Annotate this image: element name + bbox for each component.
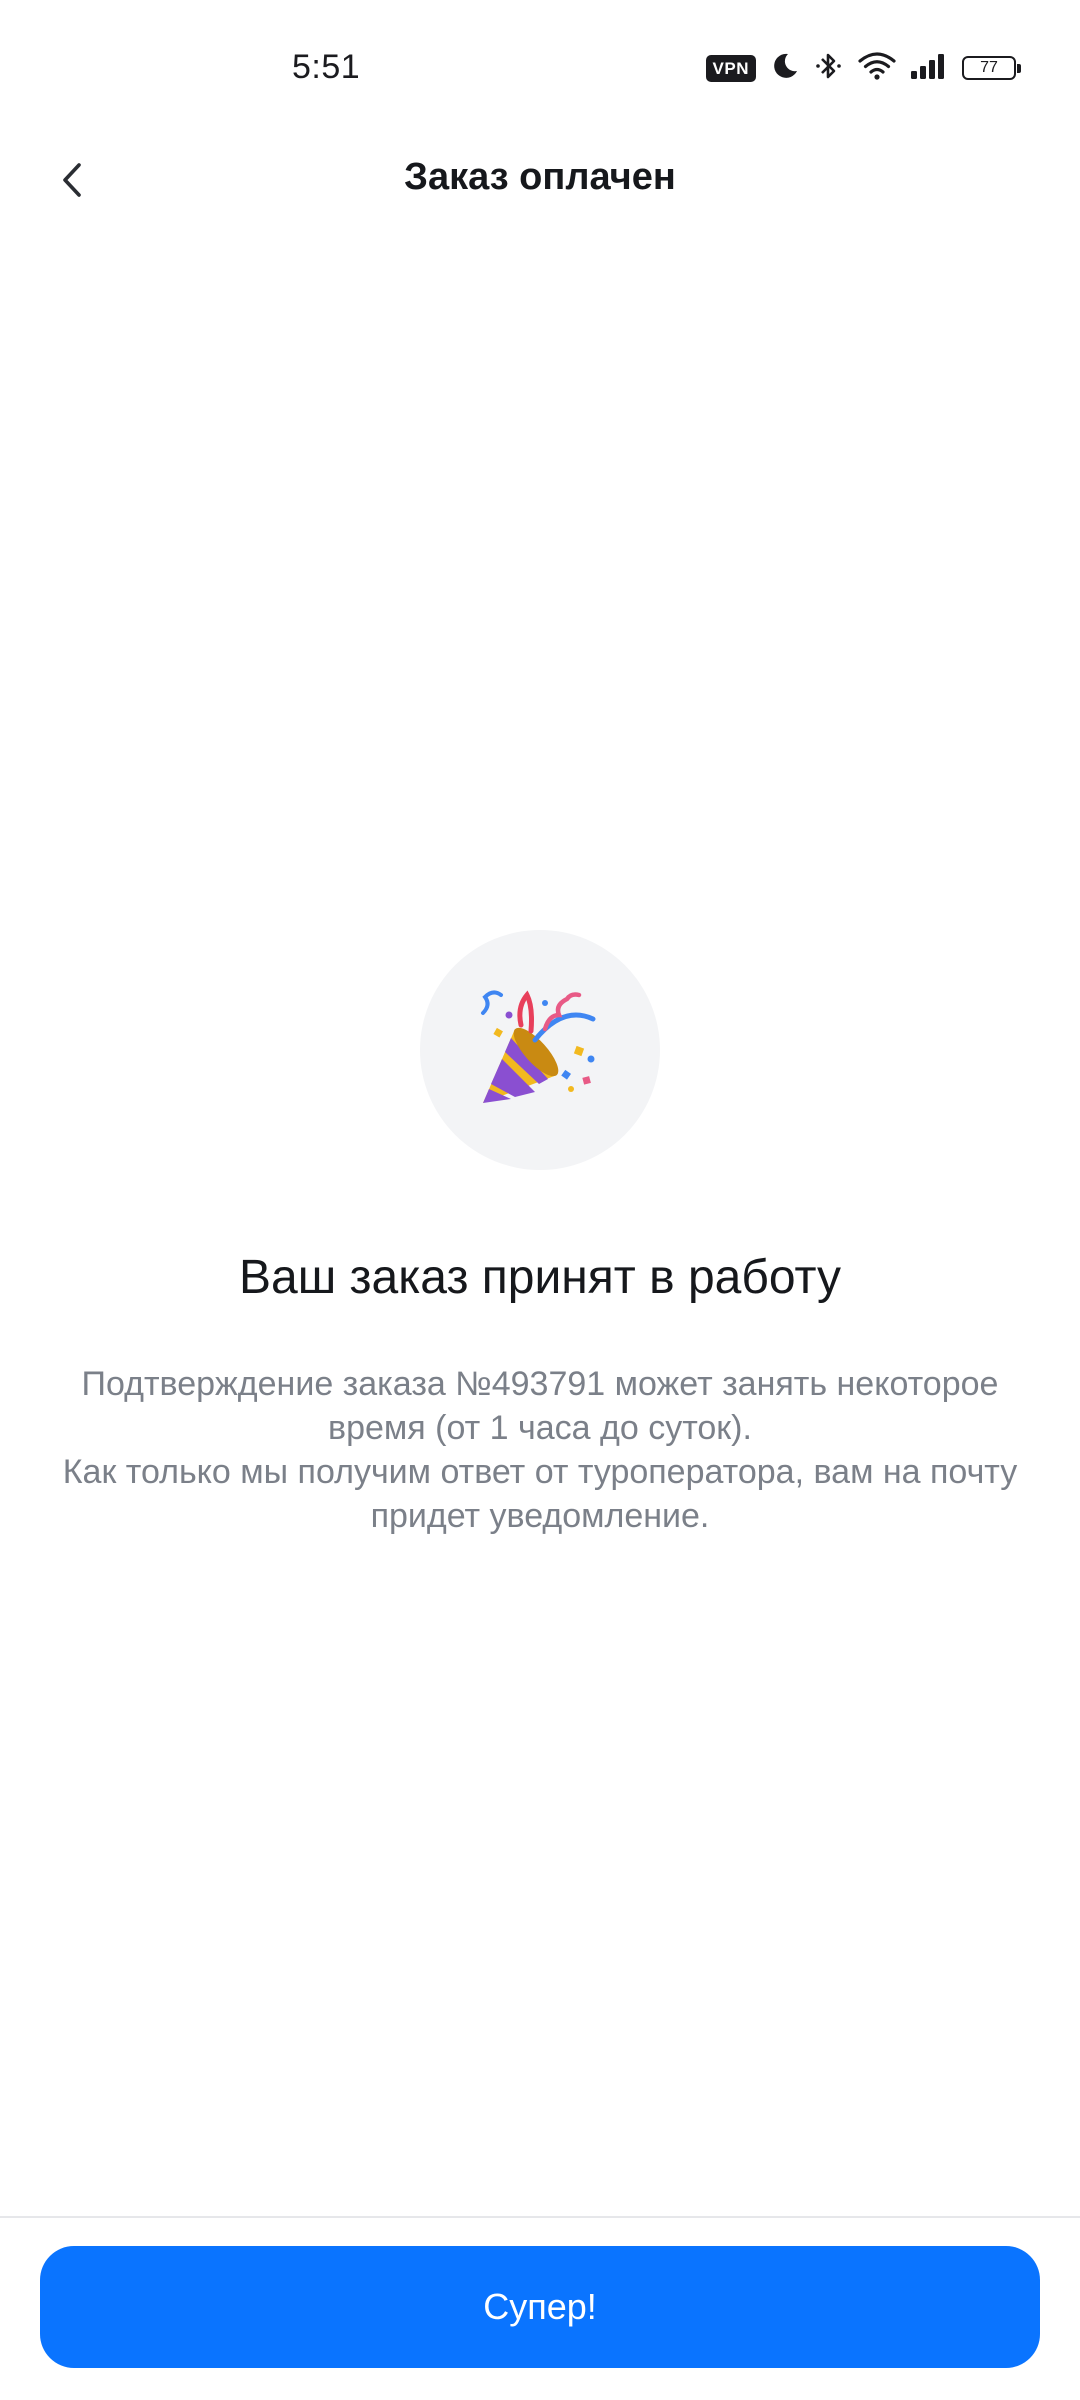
description-line-order: Подтверждение заказа №493791 может занят…: [81, 1365, 999, 1447]
bluetooth-icon: [814, 50, 844, 87]
super-button[interactable]: Супер!: [40, 2246, 1040, 2368]
cellular-signal-icon: [910, 52, 948, 85]
confirmation-description: Подтверждение заказа №493791 может занят…: [30, 1362, 1050, 1538]
header: Заказ оплачен: [0, 130, 1080, 230]
celebration-illustration: [420, 930, 660, 1170]
order-paid-screen: 5:51 VPN 77 Заказ оплачен Ваш заказ прин…: [0, 0, 1080, 2400]
battery-icon: 77: [962, 56, 1021, 80]
wifi-icon: [858, 51, 896, 86]
confirmation-headline: Ваш заказ принят в работу: [238, 1251, 841, 1304]
status-time: 5:51: [292, 48, 361, 86]
status-bar: 5:51 VPN 77: [0, 0, 1080, 140]
description-line-notice: Как только мы получим ответ от туроперат…: [62, 1453, 1018, 1535]
bottom-divider: [0, 2216, 1080, 2218]
page-title: Заказ оплачен: [404, 156, 676, 198]
do-not-disturb-icon: [770, 51, 800, 86]
vpn-badge: VPN: [705, 54, 756, 82]
status-icons: VPN 77: [705, 50, 1021, 87]
